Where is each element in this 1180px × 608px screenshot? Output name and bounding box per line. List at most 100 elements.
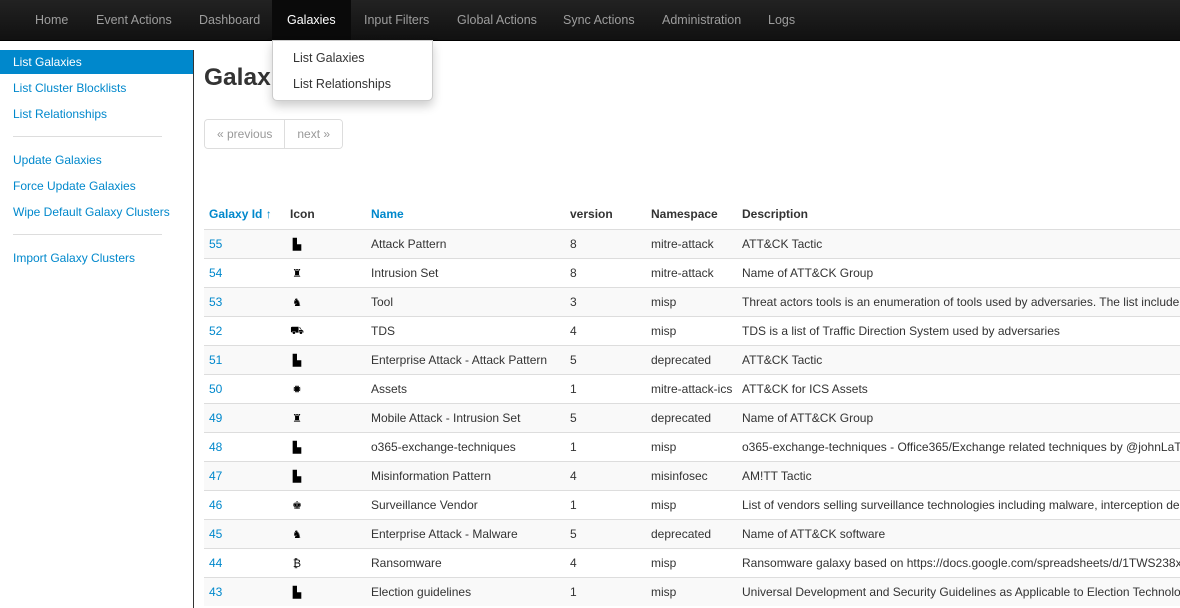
galaxy-id-link[interactable]: 54: [209, 266, 222, 280]
galaxy-namespace-cell: mitre-attack: [646, 228, 737, 258]
galaxy-id-link[interactable]: 43: [209, 585, 222, 599]
galaxy-description-cell: Name of ATT&CK Group: [737, 402, 1180, 432]
galaxy-name-cell: Intrusion Set: [366, 257, 565, 287]
next-page-button[interactable]: next »: [284, 120, 343, 148]
sidebar-item-list-relationships[interactable]: List Relationships: [0, 102, 193, 126]
nav-home[interactable]: Home: [20, 0, 83, 40]
galaxy-namespace-cell: misp: [646, 315, 737, 345]
galaxy-id-cell: 46: [204, 489, 285, 519]
galaxy-name-cell: TDS: [366, 315, 565, 345]
column-header-galaxy-id[interactable]: Galaxy Id ↑: [204, 200, 285, 230]
galaxy-name-cell: Enterprise Attack - Malware: [366, 518, 565, 548]
galaxy-id-link[interactable]: 44: [209, 556, 222, 570]
table-row: 46 ♚ Surveillance Vendor 1 misp List of vendo…: [204, 489, 1180, 519]
icon-cell: ▙: [285, 460, 366, 490]
galaxy-id-link[interactable]: 48: [209, 440, 222, 454]
galaxy-id-cell: 52: [204, 315, 285, 345]
sidebar-divider: [13, 234, 162, 235]
table-row: 48 ▙ o365-exchange-techniques 1 misp o365-exc…: [204, 431, 1180, 461]
galaxy-description-cell: AM!TT Tactic: [737, 460, 1180, 490]
galaxy-id-link[interactable]: 47: [209, 469, 222, 483]
nav-logs[interactable]: Logs: [753, 0, 810, 40]
column-header-namespace: Namespace: [646, 200, 737, 230]
galaxy-version-cell: 4: [565, 547, 646, 577]
nav-event-actions[interactable]: Event Actions: [81, 0, 187, 40]
galaxy-description-cell: Universal Development and Security Guide…: [737, 576, 1180, 606]
table-row: 51 ▙ Enterprise Attack - Attack Pattern 5 de…: [204, 344, 1180, 374]
galaxy-id-link[interactable]: 49: [209, 411, 222, 425]
galaxy-name-cell: Attack Pattern: [366, 228, 565, 258]
galaxy-id-link[interactable]: 50: [209, 382, 222, 396]
sidebar-item-wipe-default-galaxy-clusters[interactable]: Wipe Default Galaxy Clusters: [0, 200, 193, 224]
galaxy-id-cell: 51: [204, 344, 285, 374]
column-header-icon: Icon: [285, 200, 366, 230]
galaxy-name-cell: Mobile Attack - Intrusion Set: [366, 402, 565, 432]
galaxy-description-cell: Name of ATT&CK Group: [737, 257, 1180, 287]
nav-input-filters[interactable]: Input Filters: [349, 0, 444, 40]
galaxy-namespace-cell: misp: [646, 489, 737, 519]
icon-cell: ▙: [285, 576, 366, 606]
nav-galaxies[interactable]: Galaxies: [272, 0, 351, 40]
sidebar-item-import-galaxy-clusters[interactable]: Import Galaxy Clusters: [0, 246, 193, 270]
galaxy-description-cell: ATT&CK Tactic: [737, 344, 1180, 374]
galaxy-id-link[interactable]: 53: [209, 295, 222, 309]
galaxy-name-cell: Assets: [366, 373, 565, 403]
galaxy-description-cell: List of vendors selling surveillance tec…: [737, 489, 1180, 519]
galaxy-name-cell: Surveillance Vendor: [366, 489, 565, 519]
table-row: 55 ▙ Attack Pattern 8 mitre-attack ATT&CK Tac…: [204, 228, 1180, 258]
galaxy-version-cell: 5: [565, 402, 646, 432]
galaxy-description-cell: o365-exchange-techniques - Office365/Exc…: [737, 431, 1180, 461]
galaxy-name-cell: Ransomware: [366, 547, 565, 577]
sidebar-divider: [13, 136, 162, 137]
galaxy-id-cell: 44: [204, 547, 285, 577]
map-icon: ▙: [292, 441, 302, 454]
table-header-row: Galaxy Id ↑ Icon Name version Namespace …: [204, 200, 1180, 230]
sidebar-item-force-update-galaxies[interactable]: Force Update Galaxies: [0, 174, 193, 198]
icon-cell: ♞: [285, 518, 366, 548]
galaxy-namespace-cell: misp: [646, 547, 737, 577]
sidebar-item-list-galaxies[interactable]: List Galaxies: [0, 50, 193, 74]
galaxy-namespace-cell: deprecated: [646, 344, 737, 374]
sidebar-item-update-galaxies[interactable]: Update Galaxies: [0, 148, 193, 172]
nav-dashboard[interactable]: Dashboard: [184, 0, 275, 40]
galaxy-version-cell: 5: [565, 344, 646, 374]
galaxy-id-link[interactable]: 45: [209, 527, 222, 541]
galaxy-name-cell: Enterprise Attack - Attack Pattern: [366, 344, 565, 374]
user-ninja-icon: ♞: [292, 296, 302, 309]
galaxy-version-cell: 5: [565, 518, 646, 548]
sidebar-item-list-cluster-blocklists[interactable]: List Cluster Blocklists: [0, 76, 193, 100]
table-row: 47 ▙ Misinformation Pattern 4 misinfosec AM!T…: [204, 460, 1180, 490]
icon-cell: ♜: [285, 257, 366, 287]
galaxy-id-link[interactable]: 55: [209, 237, 222, 251]
galaxy-id-cell: 53: [204, 286, 285, 316]
previous-page-button[interactable]: « previous: [205, 120, 285, 148]
shopping-cart-icon: ⛟: [290, 324, 304, 337]
column-header-description: Description: [737, 200, 1180, 230]
galaxy-version-cell: 4: [565, 315, 646, 345]
nav-global-actions[interactable]: Global Actions: [442, 0, 552, 40]
galaxy-id-link[interactable]: 52: [209, 324, 222, 338]
table-row: 54 ♜ Intrusion Set 8 mitre-attack Name of ATT…: [204, 257, 1180, 287]
galaxy-description-cell: Name of ATT&CK software: [737, 518, 1180, 548]
galaxy-description-cell: ATT&CK Tactic: [737, 228, 1180, 258]
icon-cell: ₿: [285, 547, 366, 577]
column-header-name[interactable]: Name: [366, 200, 565, 230]
galaxy-name-cell: o365-exchange-techniques: [366, 431, 565, 461]
galaxy-id-link[interactable]: 46: [209, 498, 222, 512]
user-secret-icon: ♜: [292, 412, 302, 425]
icon-cell: ▙: [285, 344, 366, 374]
galaxy-id-cell: 54: [204, 257, 285, 287]
galaxy-namespace-cell: deprecated: [646, 518, 737, 548]
dropdown-item-list-galaxies[interactable]: List Galaxies: [273, 45, 432, 71]
galaxy-description-cell: Threat actors tools is an enumeration of…: [737, 286, 1180, 316]
dropdown-item-list-relationships[interactable]: List Relationships: [273, 71, 432, 97]
galaxy-version-cell: 1: [565, 489, 646, 519]
map-icon: ▙: [292, 238, 302, 251]
nav-sync-actions[interactable]: Sync Actions: [548, 0, 650, 40]
galaxy-namespace-cell: mitre-attack-ics: [646, 373, 737, 403]
galaxy-version-cell: 4: [565, 460, 646, 490]
icon-cell: ♜: [285, 402, 366, 432]
galaxy-id-link[interactable]: 51: [209, 353, 222, 367]
map-icon: ▙: [292, 586, 302, 599]
nav-administration[interactable]: Administration: [647, 0, 756, 40]
